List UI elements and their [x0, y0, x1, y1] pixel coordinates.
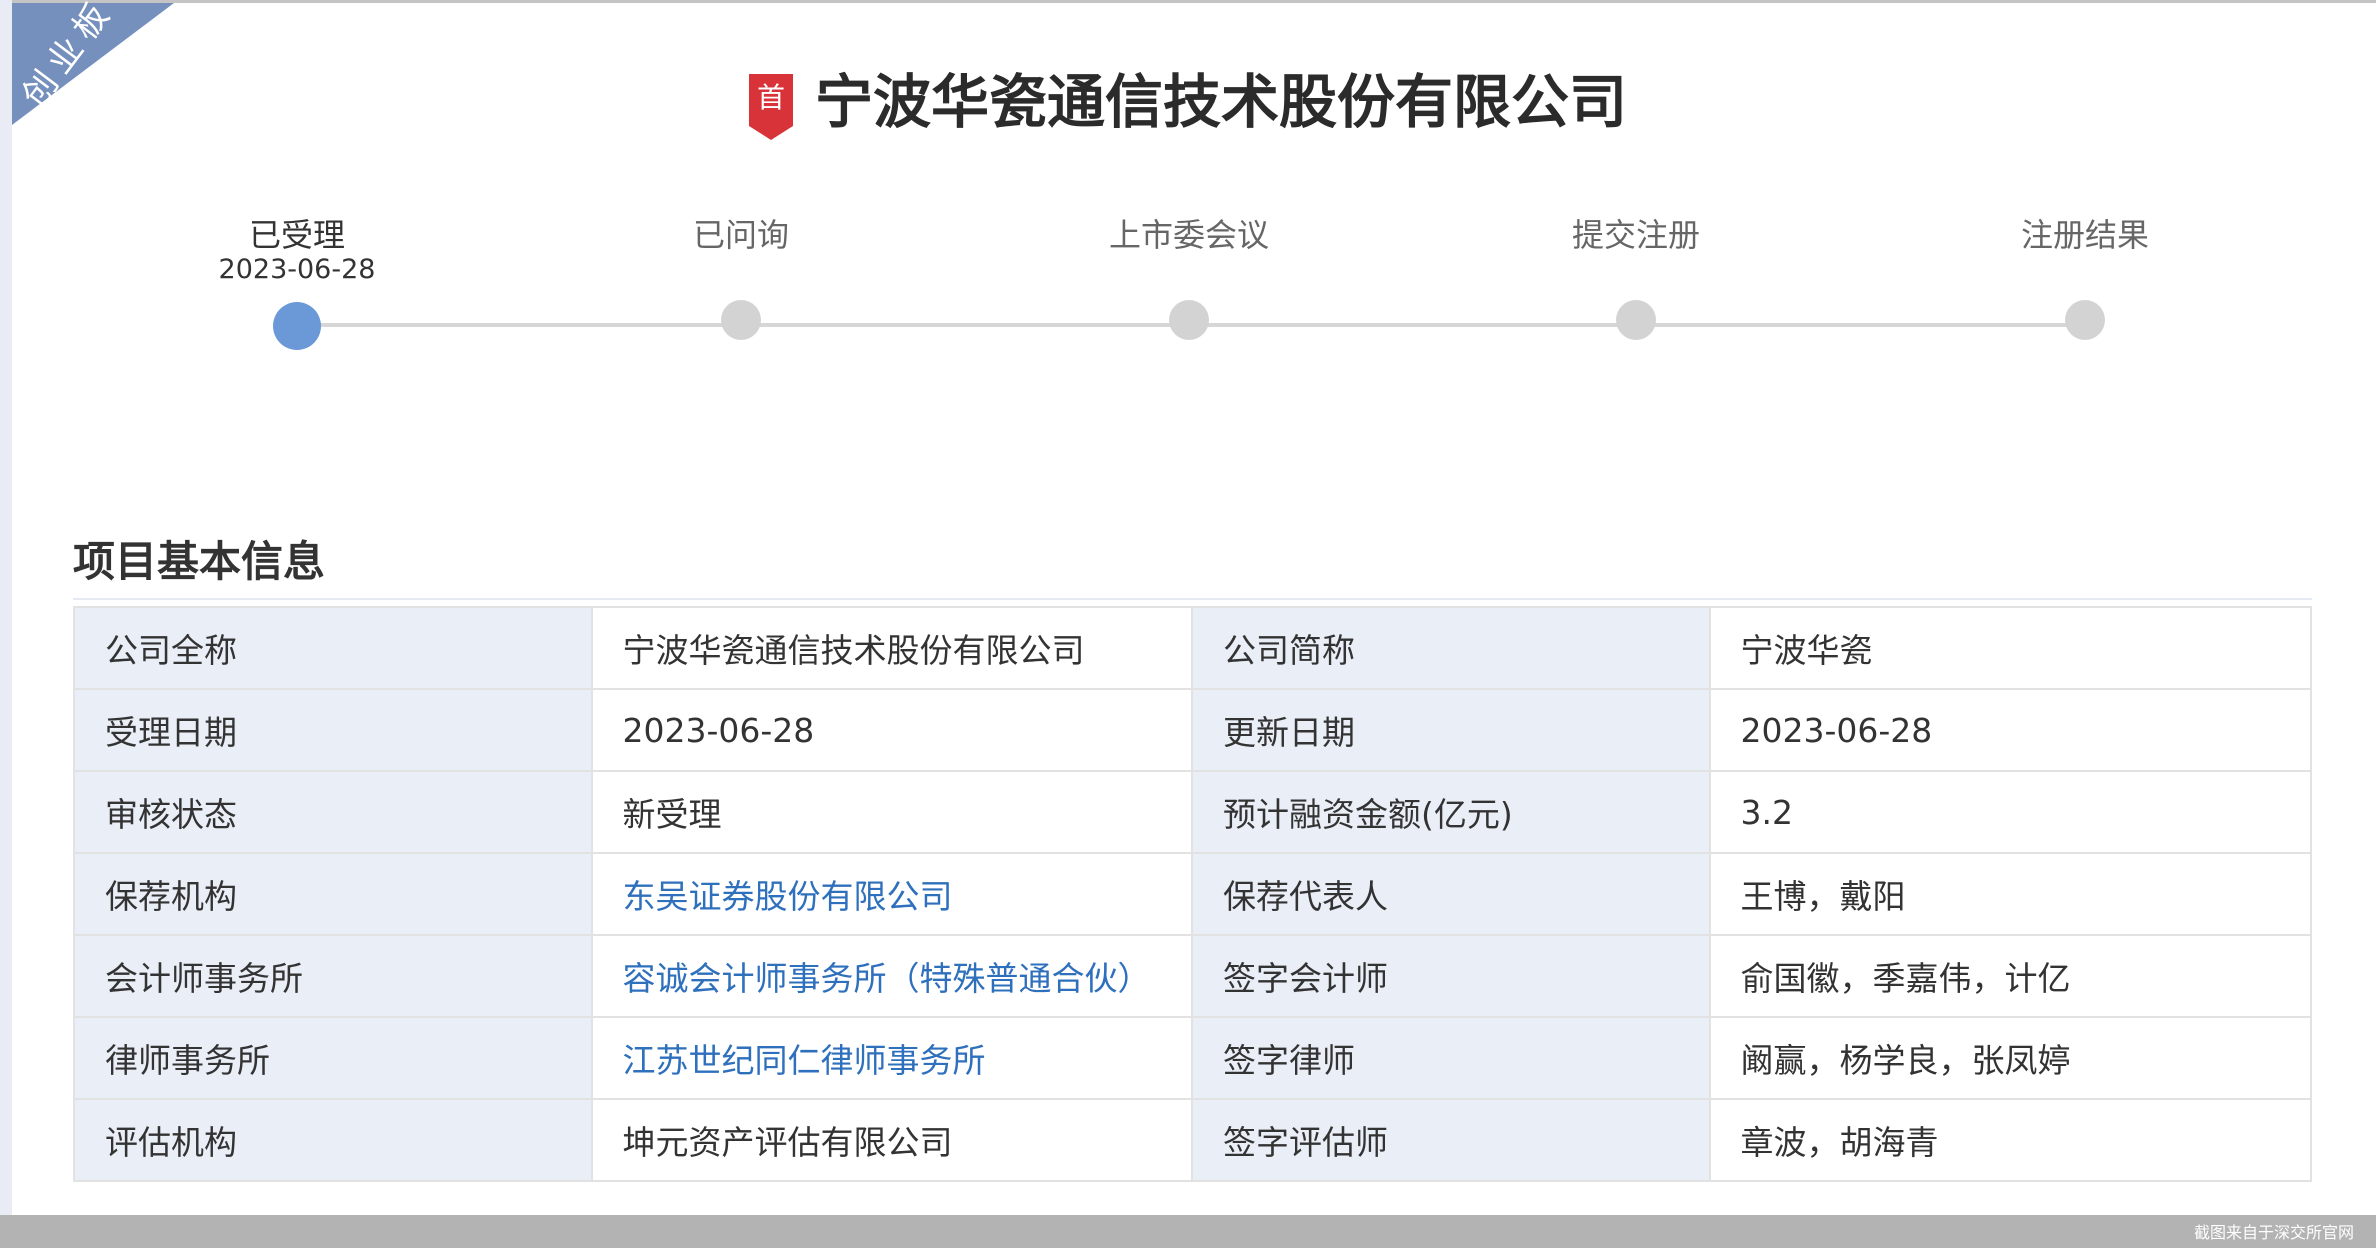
value-cell: 宁波华瓷通信技术股份有限公司	[590, 606, 1193, 690]
value-cell: 2023-06-28	[1708, 688, 2312, 772]
table-row: 保荐机构 东吴证券股份有限公司 保荐代表人 王博，戴阳	[73, 852, 2312, 936]
value-cell: 3.2	[1708, 770, 2312, 854]
label-cell: 更新日期	[1190, 688, 1711, 772]
step-dot	[1169, 300, 1209, 340]
step-label: 已受理	[248, 216, 345, 254]
step-accepted: 已受理 2023-06-28	[147, 210, 447, 350]
label-cell: 保荐机构	[73, 852, 593, 936]
value-cell: 容诚会计师事务所（特殊普通合伙）	[590, 934, 1193, 1018]
ipo-badge-icon: 首	[748, 73, 793, 140]
left-strip	[0, 0, 12, 1215]
table-row: 评估机构 坤元资产评估有限公司 签字评估师 章波，胡海青	[73, 1098, 2312, 1182]
progress-steps: 已受理 2023-06-28 已问询 上市委会议 提交注册 注册结果	[0, 210, 2376, 360]
value-cell: 俞国徽，季嘉伟，计亿	[1708, 934, 2312, 1018]
bottom-bar: 截图来自于深交所官网	[0, 1215, 2376, 1248]
label-cell: 律师事务所	[73, 1016, 593, 1100]
value-cell: 坤元资产评估有限公司	[590, 1098, 1193, 1182]
step-dot	[2065, 300, 2105, 340]
law-firm-link[interactable]: 江苏世纪同仁律师事务所	[623, 1041, 986, 1080]
table-row: 公司全称 宁波华瓷通信技术股份有限公司 公司简称 宁波华瓷	[73, 606, 2312, 690]
section-divider	[73, 598, 2312, 600]
label-cell: 签字评估师	[1190, 1098, 1711, 1182]
value-cell: 东吴证券股份有限公司	[590, 852, 1193, 936]
label-cell: 签字会计师	[1190, 934, 1711, 1018]
step-submit-registration: 提交注册	[1486, 210, 1786, 340]
company-title: 宁波华瓷通信技术股份有限公司	[814, 68, 1627, 136]
label-cell: 会计师事务所	[73, 934, 593, 1018]
value-cell: 新受理	[590, 770, 1193, 854]
label-cell: 预计融资金额(亿元)	[1190, 770, 1711, 854]
step-date: 2023-06-28	[218, 254, 376, 285]
step-label: 提交注册	[1571, 216, 1700, 254]
accounting-firm-link[interactable]: 容诚会计师事务所（特殊普通合伙）	[623, 959, 1151, 998]
label-cell: 评估机构	[73, 1098, 593, 1182]
step-registration-result: 注册结果	[1935, 210, 2235, 340]
value-cell: 章波，胡海青	[1708, 1098, 2312, 1182]
table-row: 律师事务所 江苏世纪同仁律师事务所 签字律师 阚赢，杨学良，张凤婷	[73, 1016, 2312, 1100]
step-inquiry: 已问询	[591, 210, 891, 340]
value-cell: 王博，戴阳	[1708, 852, 2312, 936]
section-title: 项目基本信息	[73, 537, 326, 586]
watermark-text: 截图来自于深交所官网	[2193, 1223, 2354, 1242]
step-dot	[273, 302, 321, 350]
label-cell: 公司全称	[73, 606, 593, 690]
label-cell: 审核状态	[73, 770, 593, 854]
label-cell: 保荐代表人	[1190, 852, 1711, 936]
value-cell: 江苏世纪同仁律师事务所	[590, 1016, 1193, 1100]
top-border	[0, 0, 2376, 3]
label-cell: 签字律师	[1190, 1016, 1711, 1100]
table-row: 审核状态 新受理 预计融资金额(亿元) 3.2	[73, 770, 2312, 854]
step-label: 注册结果	[2020, 216, 2149, 254]
label-cell: 受理日期	[73, 688, 593, 772]
label-cell: 公司简称	[1190, 606, 1711, 690]
value-cell: 2023-06-28	[590, 688, 1193, 772]
value-cell: 宁波华瓷	[1708, 606, 2312, 690]
table-row: 会计师事务所 容诚会计师事务所（特殊普通合伙） 签字会计师 俞国徽，季嘉伟，计亿	[73, 934, 2312, 1018]
sponsor-link[interactable]: 东吴证券股份有限公司	[623, 877, 953, 916]
table-row: 受理日期 2023-06-28 更新日期 2023-06-28	[73, 688, 2312, 772]
page-title: 首宁波华瓷通信技术股份有限公司	[0, 55, 2376, 140]
step-dot	[721, 300, 761, 340]
step-label: 已问询	[692, 216, 789, 254]
step-committee: 上市委会议	[1039, 210, 1339, 340]
project-info-table: 公司全称 宁波华瓷通信技术股份有限公司 公司简称 宁波华瓷 受理日期 2023-06-2…	[73, 606, 2312, 1182]
step-label: 上市委会议	[1108, 216, 1269, 254]
value-cell: 阚赢，杨学良，张凤婷	[1708, 1016, 2312, 1100]
step-dot	[1616, 300, 1656, 340]
